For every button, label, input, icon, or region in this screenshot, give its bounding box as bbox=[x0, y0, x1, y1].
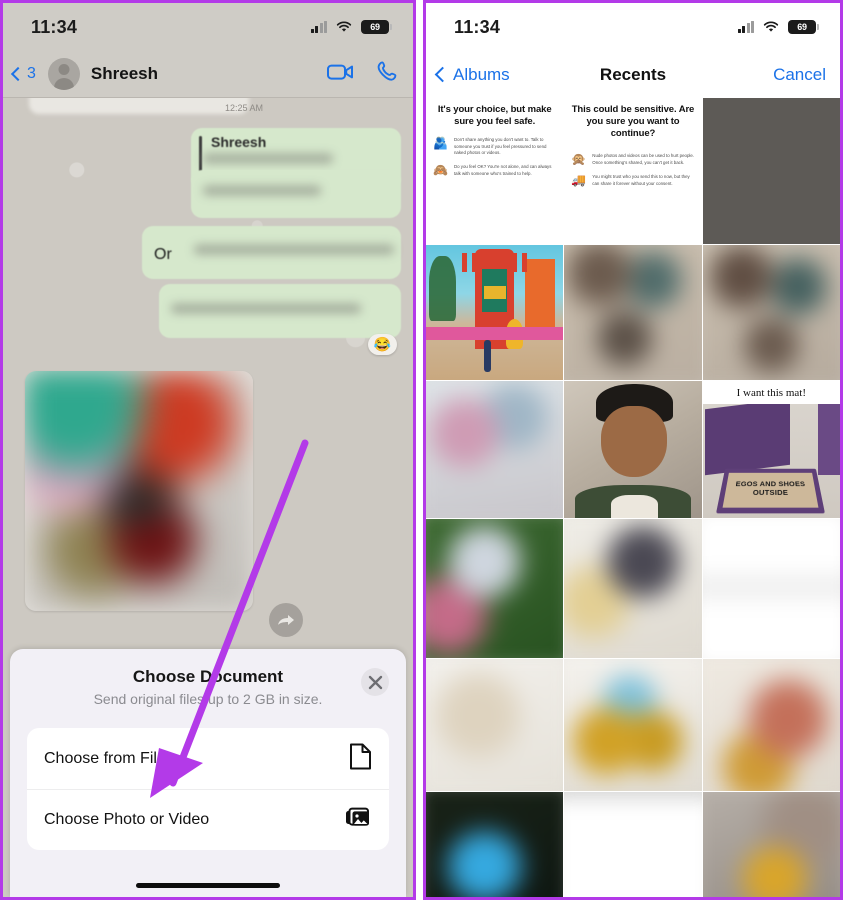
video-camera-icon[interactable] bbox=[327, 63, 354, 86]
safety-heading: It's your choice, but make sure you feel… bbox=[437, 104, 552, 128]
forward-arrow-icon[interactable] bbox=[269, 603, 303, 637]
grid-item-blurred-photo[interactable] bbox=[702, 792, 840, 897]
chat-bubble-outgoing-1[interactable] bbox=[191, 170, 401, 218]
grid-item-safety-card-1[interactable]: It's your choice, but make sure you feel… bbox=[426, 98, 564, 244]
grid-item-blurred-photo[interactable] bbox=[426, 519, 564, 658]
grid-item-temple-photo[interactable] bbox=[426, 245, 564, 380]
battery-percent: 69 bbox=[370, 22, 380, 32]
whatsapp-nav-bar: 3 Shreesh bbox=[3, 51, 413, 98]
choose-document-sheet: Choose Document Send original files up t… bbox=[10, 649, 406, 897]
left-phone-panel: 11:34 69 3 Shreesh 12:25 AM Shreesh Or 😂… bbox=[0, 0, 416, 900]
hug-emoji-icon: 🫂 bbox=[433, 136, 448, 151]
chat-bubble-media[interactable] bbox=[25, 371, 253, 611]
grid-item-blurred-photo[interactable] bbox=[426, 792, 564, 897]
status-time: 11:34 bbox=[454, 16, 501, 37]
grid-item-blurred-photo[interactable] bbox=[564, 659, 702, 791]
photos-picker-nav-bar: Albums Recents Cancel bbox=[426, 51, 840, 98]
battery-icon: 69 bbox=[788, 20, 819, 34]
mat-text: EGOS AND SHOES OUTSIDE bbox=[734, 479, 806, 497]
chevron-left-icon bbox=[10, 66, 26, 82]
grid-item-blurred-photo[interactable] bbox=[426, 381, 564, 518]
home-indicator bbox=[136, 883, 280, 888]
choose-from-files-row[interactable]: Choose from Files bbox=[27, 728, 389, 789]
safety-bullet: Do you feel OK? You're not alone, and ca… bbox=[453, 164, 552, 176]
wifi-icon bbox=[763, 21, 779, 33]
back-button[interactable]: 3 bbox=[10, 65, 36, 83]
battery-percent: 69 bbox=[797, 22, 807, 32]
grid-item-mat-meme[interactable]: I want this mat! EGOS AND SHOES OUTSIDE bbox=[702, 381, 840, 518]
status-time: 11:34 bbox=[31, 16, 78, 37]
speak-no-evil-emoji-icon: 🙊 bbox=[571, 152, 587, 167]
safety-bullet: Nude photos and videos can be used to hu… bbox=[592, 153, 695, 165]
choose-from-files-label: Choose from Files bbox=[44, 749, 174, 767]
cellular-signal-icon bbox=[737, 21, 754, 33]
grid-item-blurred-photo[interactable] bbox=[564, 792, 702, 897]
photo-grid: It's your choice, but make sure you feel… bbox=[426, 98, 840, 897]
panel-gap bbox=[416, 0, 423, 900]
chat-timestamp: 12:25 AM bbox=[224, 103, 263, 113]
message-reaction[interactable]: 😂 bbox=[367, 334, 397, 355]
grid-item-blurred-photo[interactable] bbox=[564, 519, 702, 658]
sheet-options-list: Choose from Files Choose Photo or Video bbox=[27, 728, 389, 850]
grid-item-blurred-photo[interactable] bbox=[702, 659, 840, 791]
wifi-icon bbox=[336, 21, 352, 33]
safety-heading: This could be sensitive. Are you sure yo… bbox=[571, 104, 695, 140]
choose-photo-or-video-label: Choose Photo or Video bbox=[44, 811, 210, 828]
cancel-button[interactable]: Cancel bbox=[773, 65, 826, 85]
chat-bubble-outgoing-2[interactable]: Or bbox=[142, 226, 401, 279]
battery-icon: 69 bbox=[361, 20, 392, 34]
reply-quote-name: Shreesh bbox=[211, 134, 267, 150]
grid-item-blurred-photo[interactable] bbox=[702, 519, 840, 658]
truck-emoji-icon: 🚚 bbox=[571, 173, 587, 188]
status-indicators: 69 bbox=[737, 20, 819, 34]
right-status-bar: 11:34 69 bbox=[426, 3, 840, 51]
media-thumbnail bbox=[25, 371, 253, 611]
sheet-subtitle: Send original files up to 2 GB in size. bbox=[93, 691, 323, 707]
screenshot-stage: 11:34 69 3 Shreesh 12:25 AM Shreesh Or 😂… bbox=[0, 0, 843, 900]
close-x-icon[interactable] bbox=[361, 668, 389, 696]
safety-bullet: You might trust who you send this to now… bbox=[592, 174, 690, 186]
see-no-evil-emoji-icon: 🙈 bbox=[433, 163, 448, 178]
grid-item-blurred-photo[interactable] bbox=[702, 245, 840, 380]
cellular-signal-icon bbox=[310, 21, 327, 33]
contact-avatar-icon[interactable] bbox=[47, 58, 80, 90]
grid-item-selfie-photo[interactable] bbox=[564, 381, 702, 518]
right-phone-panel: 11:34 69 Albums Recents Cancel It's your… bbox=[423, 0, 843, 900]
chat-bubble-partial bbox=[29, 98, 249, 114]
meme-caption: I want this mat! bbox=[736, 387, 806, 399]
grid-item-blurred-photo[interactable] bbox=[426, 659, 564, 791]
grid-item-blurred-photo[interactable] bbox=[564, 245, 702, 380]
safety-bullet: Don't share anything you don't want to. … bbox=[453, 137, 547, 156]
document-file-icon bbox=[349, 743, 372, 775]
choose-photo-or-video-row[interactable]: Choose Photo or Video bbox=[27, 789, 389, 850]
status-indicators: 69 bbox=[310, 20, 392, 34]
phone-icon[interactable] bbox=[376, 60, 399, 88]
photo-stack-icon bbox=[345, 806, 372, 834]
grid-item-food-photo[interactable] bbox=[702, 98, 840, 244]
chat-bubble-outgoing-3[interactable] bbox=[159, 284, 401, 338]
sheet-title: Choose Document bbox=[132, 667, 284, 686]
call-actions bbox=[327, 60, 399, 88]
left-status-bar: 11:34 69 bbox=[3, 3, 413, 51]
grid-item-safety-card-2[interactable]: This could be sensitive. Are you sure yo… bbox=[564, 98, 702, 244]
contact-name: Shreesh bbox=[90, 64, 158, 83]
unread-count: 3 bbox=[27, 65, 36, 82]
message-text-fragment: Or bbox=[154, 246, 172, 263]
